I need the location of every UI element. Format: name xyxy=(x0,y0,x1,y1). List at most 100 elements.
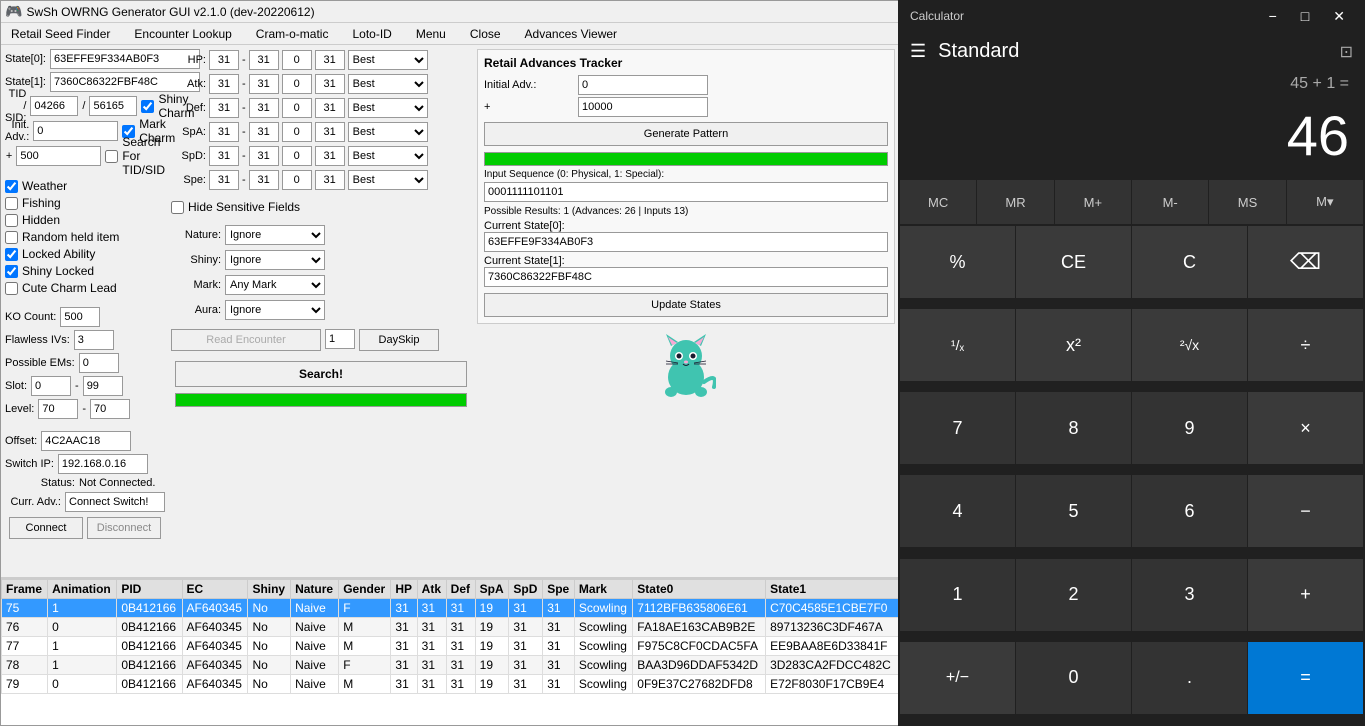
calc-multiply-button[interactable]: × xyxy=(1248,392,1363,464)
ko-count-input[interactable] xyxy=(60,307,100,327)
iv-hp-zero[interactable] xyxy=(282,50,312,70)
shiny-charm-checkbox[interactable] xyxy=(141,100,154,113)
iv-def-min[interactable] xyxy=(209,98,239,118)
iv-hp-best[interactable] xyxy=(315,50,345,70)
iv-spa-filter[interactable]: BestAny xyxy=(348,122,428,142)
table-row[interactable]: 7810B412166AF640345NoNaiveF313131193131S… xyxy=(2,656,899,675)
iv-spd-zero[interactable] xyxy=(282,146,312,166)
iv-spd-max[interactable] xyxy=(249,146,279,166)
calc-mc-button[interactable]: MC xyxy=(900,180,976,224)
iv-spd-best[interactable] xyxy=(315,146,345,166)
iv-atk-filter[interactable]: BestAny xyxy=(348,74,428,94)
calc-backspace-button[interactable]: ⌫ xyxy=(1248,226,1363,298)
connect-button[interactable]: Connect xyxy=(9,517,83,539)
read-encounter-button[interactable]: Read Encounter xyxy=(171,329,321,351)
calc-negate-button[interactable]: +/− xyxy=(900,642,1015,714)
iv-spe-zero[interactable] xyxy=(282,170,312,190)
calc-ms-button[interactable]: MS xyxy=(1209,180,1285,224)
curr-adv-input[interactable] xyxy=(65,492,165,512)
iv-spe-best[interactable] xyxy=(315,170,345,190)
iv-spa-zero[interactable] xyxy=(282,122,312,142)
iv-atk-best[interactable] xyxy=(315,74,345,94)
table-row[interactable]: 7510B412166AF640345NoNaiveF313131193131S… xyxy=(2,599,899,618)
iv-def-best[interactable] xyxy=(315,98,345,118)
calc-9-button[interactable]: 9 xyxy=(1132,392,1247,464)
calc-7-button[interactable]: 7 xyxy=(900,392,1015,464)
flawless-ivs-input[interactable] xyxy=(74,330,114,350)
tid-input[interactable] xyxy=(30,96,78,116)
update-states-button[interactable]: Update States xyxy=(484,293,888,317)
level-from-input[interactable] xyxy=(38,399,78,419)
hide-sensitive-checkbox[interactable] xyxy=(171,201,184,214)
calc-mr-button[interactable]: MR xyxy=(977,180,1053,224)
calc-minus-button[interactable]: − xyxy=(1248,475,1363,547)
iv-spe-min[interactable] xyxy=(209,170,239,190)
disconnect-button[interactable]: Disconnect xyxy=(87,517,161,539)
mode-icon[interactable]: ⊡ xyxy=(1340,42,1353,62)
possible-ems-input[interactable] xyxy=(79,353,119,373)
offset-input[interactable] xyxy=(41,431,131,451)
calc-plus-button[interactable]: + xyxy=(1248,559,1363,631)
calc-minimize-button[interactable]: − xyxy=(1261,4,1285,29)
plus-input[interactable] xyxy=(16,146,101,166)
calc-maximize-button[interactable]: □ xyxy=(1293,4,1317,29)
curr-state1-input[interactable] xyxy=(484,267,888,287)
calc-c-button[interactable]: C xyxy=(1132,226,1247,298)
dayskip-button[interactable]: DaySkip xyxy=(359,329,439,351)
dayskip-num-input[interactable] xyxy=(325,329,355,349)
tracker-init-adv-input[interactable] xyxy=(578,75,708,95)
menu-close[interactable]: Close xyxy=(464,25,507,43)
iv-atk-zero[interactable] xyxy=(282,74,312,94)
calc-1-button[interactable]: 1 xyxy=(900,559,1015,631)
aura-filter-select[interactable]: Ignore xyxy=(225,300,325,320)
menu-loto-id[interactable]: Loto-ID xyxy=(346,25,397,43)
calc-0-button[interactable]: 0 xyxy=(1016,642,1131,714)
calc-close-button[interactable]: ✕ xyxy=(1325,4,1353,29)
iv-spa-best[interactable] xyxy=(315,122,345,142)
calc-divide-button[interactable]: ÷ xyxy=(1248,309,1363,381)
mark-filter-select[interactable]: Any Mark xyxy=(225,275,325,295)
table-row[interactable]: 7900B412166AF640345NoNaiveM313131193131S… xyxy=(2,675,899,694)
table-row[interactable]: 7600B412166AF640345NoNaiveM313131193131S… xyxy=(2,618,899,637)
calc-decimal-button[interactable]: . xyxy=(1132,642,1247,714)
calc-square-button[interactable]: x² xyxy=(1016,309,1131,381)
iv-def-max[interactable] xyxy=(249,98,279,118)
iv-spe-filter[interactable]: BestAny xyxy=(348,170,428,190)
calc-2-button[interactable]: 2 xyxy=(1016,559,1131,631)
locked-ability-checkbox[interactable] xyxy=(5,248,18,261)
calc-mstore-button[interactable]: M▾ xyxy=(1287,180,1363,224)
switch-ip-input[interactable] xyxy=(58,454,148,474)
menu-cram-o-matic[interactable]: Cram-o-matic xyxy=(250,25,335,43)
calc-percent-button[interactable]: % xyxy=(900,226,1015,298)
curr-state0-input[interactable] xyxy=(484,232,888,252)
sid-input[interactable] xyxy=(89,96,137,116)
iv-hp-filter[interactable]: BestAny xyxy=(348,50,428,70)
menu-encounter-lookup[interactable]: Encounter Lookup xyxy=(128,25,237,43)
calc-mplus-button[interactable]: M+ xyxy=(1055,180,1131,224)
slot-from-input[interactable] xyxy=(31,376,71,396)
hidden-checkbox[interactable] xyxy=(5,214,18,227)
nature-filter-select[interactable]: Ignore xyxy=(225,225,325,245)
calc-5-button[interactable]: 5 xyxy=(1016,475,1131,547)
shiny-filter-select[interactable]: Ignore xyxy=(225,250,325,270)
menu-retail-seed-finder[interactable]: Retail Seed Finder xyxy=(5,25,116,43)
iv-spa-max[interactable] xyxy=(249,122,279,142)
generate-pattern-button[interactable]: Generate Pattern xyxy=(484,122,888,146)
slot-to-input[interactable] xyxy=(83,376,123,396)
calc-ce-button[interactable]: CE xyxy=(1016,226,1131,298)
calc-6-button[interactable]: 6 xyxy=(1132,475,1247,547)
iv-spd-filter[interactable]: BestAny xyxy=(348,146,428,166)
iv-spe-max[interactable] xyxy=(249,170,279,190)
random-held-item-checkbox[interactable] xyxy=(5,231,18,244)
iv-def-zero[interactable] xyxy=(282,98,312,118)
iv-spd-min[interactable] xyxy=(209,146,239,166)
calc-reciprocal-button[interactable]: ¹/ₓ xyxy=(900,309,1015,381)
tracker-plus-input[interactable] xyxy=(578,97,708,117)
table-row[interactable]: 7710B412166AF640345NoNaiveM313131193131S… xyxy=(2,637,899,656)
cute-charm-lead-checkbox[interactable] xyxy=(5,282,18,295)
calc-sqrt-button[interactable]: ²√x xyxy=(1132,309,1247,381)
iv-spa-min[interactable] xyxy=(209,122,239,142)
iv-atk-min[interactable] xyxy=(209,74,239,94)
iv-def-filter[interactable]: BestAny xyxy=(348,98,428,118)
search-tid-sid-checkbox[interactable] xyxy=(105,150,118,163)
